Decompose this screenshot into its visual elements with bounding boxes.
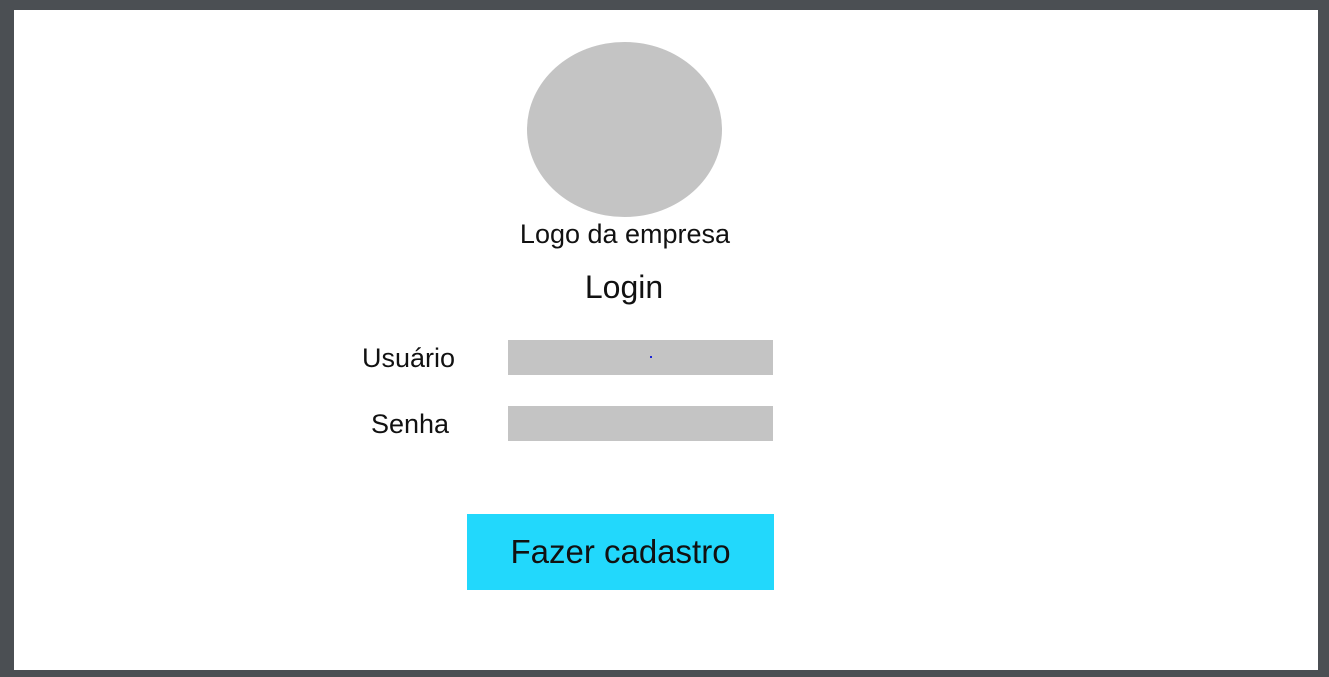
login-screen: Logo da empresa Login Usuário Senha Faze… [14, 10, 1318, 670]
text-cursor [650, 356, 652, 358]
password-input[interactable] [508, 406, 773, 441]
window-frame: Logo da empresa Login Usuário Senha Faze… [0, 0, 1329, 677]
username-label: Usuário [362, 343, 456, 373]
signup-button[interactable]: Fazer cadastro [467, 514, 774, 590]
company-logo-placeholder [527, 42, 722, 217]
page-title: Login [584, 269, 664, 305]
password-label: Senha [371, 409, 450, 439]
logo-caption: Logo da empresa [519, 219, 731, 249]
username-input[interactable] [508, 340, 773, 375]
